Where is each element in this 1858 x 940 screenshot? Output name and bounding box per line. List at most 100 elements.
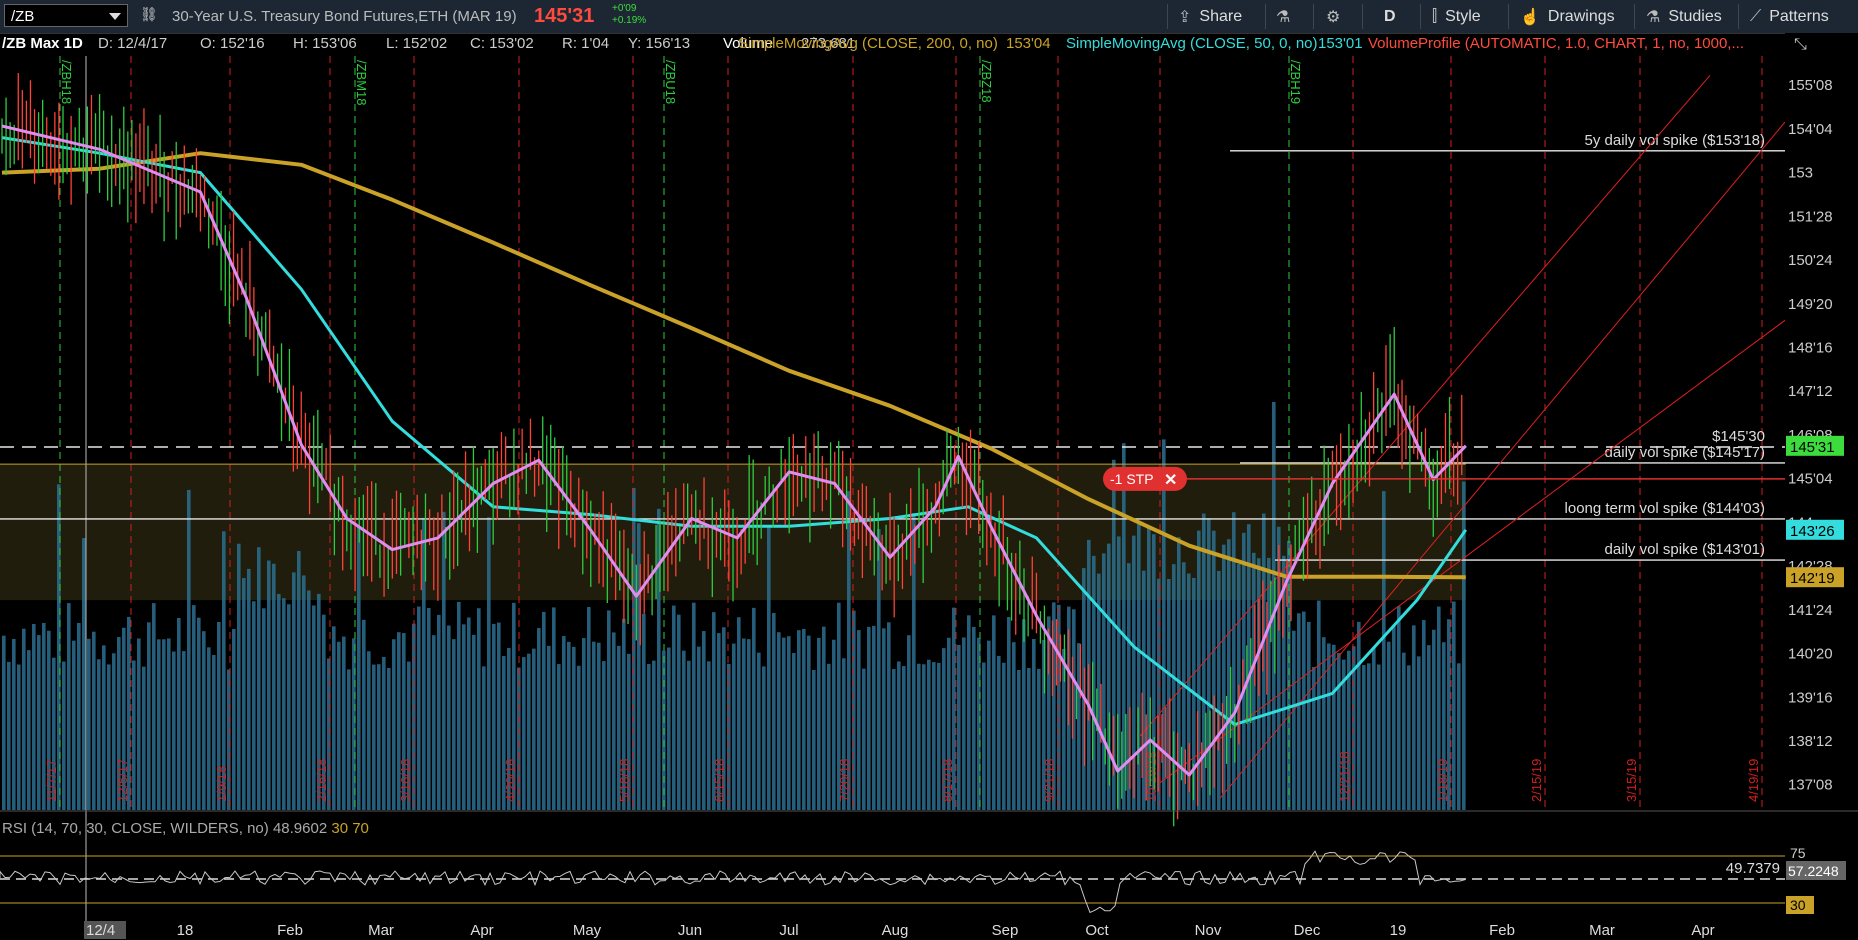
volume-bar xyxy=(707,661,711,810)
volume-bar xyxy=(1432,629,1436,810)
gear-icon: ⚙ xyxy=(1326,8,1341,26)
volume-bar xyxy=(1447,619,1451,810)
date-marker-label: 4/20/18 xyxy=(503,759,518,802)
sma50-line xyxy=(1,136,1468,726)
volume-bar xyxy=(182,651,186,810)
volume-bar xyxy=(1252,552,1256,810)
volume-bar xyxy=(722,627,726,810)
price-chart: 11/7/17 12/5/17 1/9/18 2/16/18 3/16/18 4/20/1… xyxy=(0,33,1858,939)
style-button[interactable]: ⫿ Style xyxy=(1432,0,1481,33)
volume-bar xyxy=(972,626,976,810)
volume-bar xyxy=(1372,647,1376,810)
volume-bar xyxy=(92,631,96,810)
date-marker-label: 4/19/19 xyxy=(1746,759,1761,802)
x-tick-label: Mar xyxy=(1589,922,1615,939)
divider xyxy=(1420,4,1421,29)
volume-bar xyxy=(632,487,636,810)
hand-pointer-icon: ☝ xyxy=(1520,8,1540,26)
volume-bar xyxy=(807,635,811,810)
volume-bar xyxy=(1147,527,1151,810)
expiry-marker-label: /ZBM18 xyxy=(354,60,369,106)
volume-bar xyxy=(1442,642,1446,810)
volume-bar xyxy=(532,648,536,810)
date-marker-label: 6/15/18 xyxy=(712,759,727,802)
date-marker-label: 2/16/18 xyxy=(314,759,329,802)
volume-bar xyxy=(97,659,101,810)
date-marker-label: 12/5/17 xyxy=(115,759,130,802)
price-tick: 138'12 xyxy=(1788,733,1833,750)
aggregation-label: D xyxy=(1384,7,1396,25)
volume-bar xyxy=(1102,553,1106,810)
volume-bar xyxy=(1272,401,1276,810)
volume-bar xyxy=(407,661,411,810)
x-tick-label: Aug xyxy=(882,922,909,939)
volume-bar xyxy=(417,606,421,810)
volume-bar xyxy=(1207,518,1211,810)
patterns-button[interactable]: ⟋ Patterns xyxy=(1750,0,1829,33)
volume-bar xyxy=(817,637,821,810)
volume-bar xyxy=(1352,646,1356,810)
volume-bar xyxy=(587,606,591,810)
volume-bar xyxy=(357,526,361,810)
date-marker-label: 9/21/18 xyxy=(1042,759,1057,802)
volume-bar xyxy=(777,632,781,810)
drawings-button[interactable]: ☝ Drawings xyxy=(1520,0,1615,33)
channel-line xyxy=(1139,75,1711,737)
volume-bar xyxy=(822,626,826,810)
volume-bar xyxy=(1257,558,1261,810)
flask-button[interactable]: ⚗ xyxy=(1276,0,1298,33)
x-tick-label: Sep xyxy=(992,922,1019,939)
volume-bar xyxy=(467,617,471,810)
value-area-band xyxy=(0,464,1466,601)
volume-bar xyxy=(642,613,646,810)
volume-bar xyxy=(1077,643,1081,810)
volume-bar xyxy=(582,638,586,810)
volume-bar xyxy=(347,669,351,810)
volume-bar xyxy=(82,538,86,810)
volume-bar xyxy=(1307,621,1311,810)
volume-bar xyxy=(462,624,466,810)
volume-bar xyxy=(472,634,476,810)
volume-bar xyxy=(1382,491,1386,810)
volume-bar xyxy=(947,637,951,810)
close-line xyxy=(1,125,1467,776)
volume-bar xyxy=(1462,481,1466,810)
volume-bar xyxy=(837,602,841,810)
x-tick-label: Oct xyxy=(1085,922,1109,939)
volume-bar xyxy=(1242,532,1246,810)
volume-bar xyxy=(1177,537,1181,810)
bar-range: R: 1'04 xyxy=(562,35,610,52)
symbol-selector[interactable]: /ZB xyxy=(4,4,128,27)
volume-bar xyxy=(1072,609,1076,810)
share-label: Share xyxy=(1199,7,1243,25)
level-label: daily vol spike ($143'01) xyxy=(1605,541,1765,558)
price-tag xyxy=(1786,435,1844,456)
volume-bar xyxy=(702,631,706,810)
studies-button[interactable]: ⚗ Studies xyxy=(1646,0,1722,33)
volume-bar xyxy=(107,664,111,810)
volume-bar xyxy=(1057,604,1061,810)
volume-bar xyxy=(1092,555,1096,810)
aggregation-button[interactable]: D xyxy=(1384,0,1396,33)
volume-bar xyxy=(67,603,71,810)
rsi-current-label: 57.2248 xyxy=(1788,863,1839,879)
price-tick: 148'16 xyxy=(1788,339,1833,356)
volume-bar xyxy=(17,664,21,810)
volume-bar xyxy=(902,666,906,810)
rsi-current-tag xyxy=(1786,861,1846,880)
volume-bar xyxy=(402,633,406,810)
link-icon[interactable]: ⛓ xyxy=(140,6,158,23)
volume-bar xyxy=(872,625,876,810)
volume-bar xyxy=(1397,606,1401,810)
volume-bar xyxy=(127,616,131,810)
collapse-icon[interactable]: ⤡ xyxy=(1794,36,1807,54)
volume-bar xyxy=(922,664,926,810)
x-tick-label: Feb xyxy=(277,922,303,939)
volume-bar xyxy=(137,638,141,810)
volume-bar xyxy=(1317,600,1321,810)
volume-bar xyxy=(1107,543,1111,810)
settings-button[interactable]: ⚙ xyxy=(1326,0,1348,33)
price-tag-label: 142'19 xyxy=(1790,570,1835,587)
volume-bar xyxy=(1287,540,1291,810)
share-button[interactable]: ⇪ Share xyxy=(1178,0,1242,33)
